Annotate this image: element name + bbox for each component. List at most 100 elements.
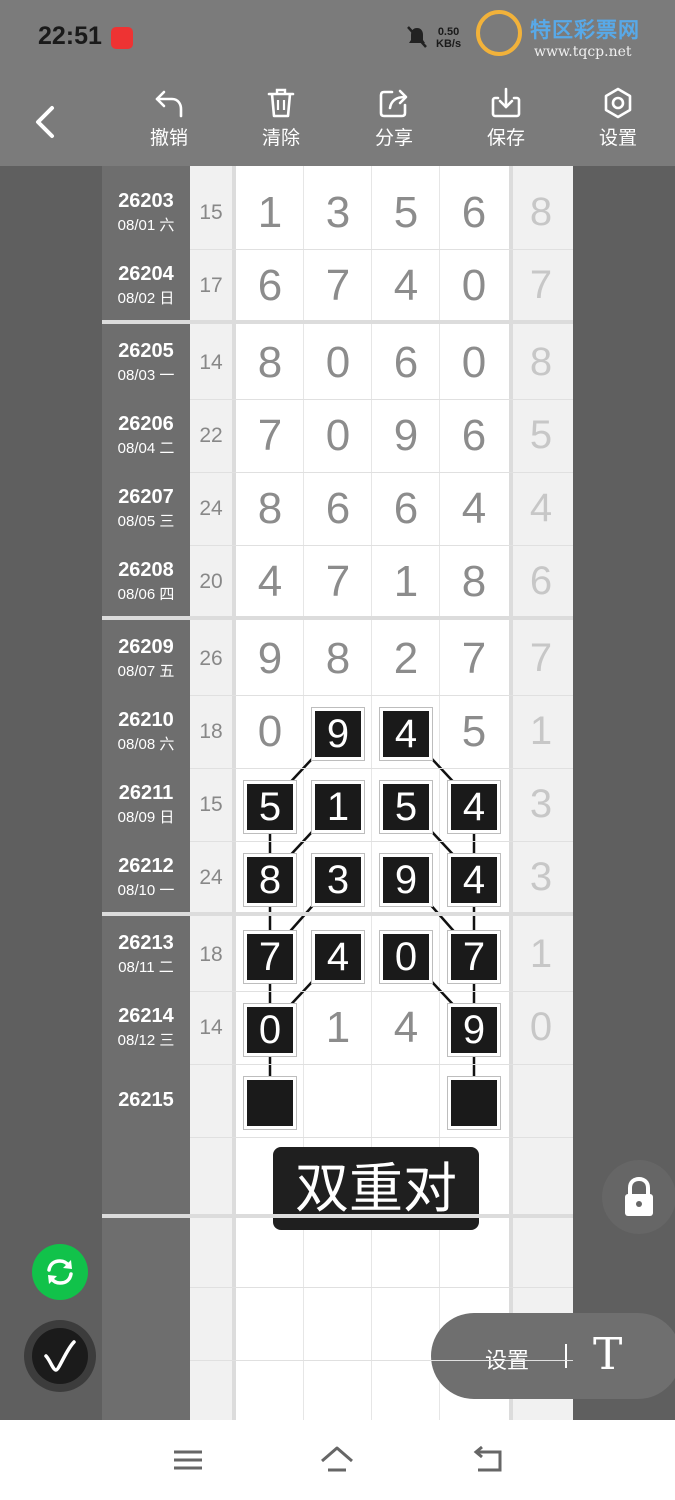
refresh-button[interactable] (32, 1244, 88, 1300)
system-navigation-bar (0, 1420, 675, 1500)
digit-cell[interactable]: 6 (440, 176, 508, 249)
extra-digit: 1 (529, 709, 553, 753)
undo-icon (155, 90, 183, 118)
digit-cell[interactable]: 5 (372, 176, 440, 249)
trash-icon (267, 88, 295, 118)
digit-cell[interactable]: 1 (304, 991, 372, 1064)
lock-button[interactable] (602, 1160, 675, 1234)
prediction-box[interactable] (236, 1064, 304, 1137)
text-tool-icon[interactable]: T (593, 1329, 622, 1380)
digit-cell[interactable]: 8 (236, 326, 304, 399)
digit-cell-highlighted[interactable]: 0 (236, 991, 304, 1064)
draw-row: 26211 08/09 日 15 5 1 5 4 3 (102, 768, 573, 841)
digit-cell[interactable]: 4 (372, 249, 440, 322)
digit-cell[interactable]: 0 (304, 326, 372, 399)
digit-cell-highlighted[interactable]: 5 (372, 768, 440, 841)
digit-cell[interactable]: 6 (236, 249, 304, 322)
digit-cell-highlighted[interactable]: 7 (236, 918, 304, 991)
digit-value: 7 (448, 931, 500, 984)
digit-cell[interactable]: 0 (304, 399, 372, 472)
extra-digit: 3 (529, 855, 553, 899)
save-button[interactable]: 保存 (466, 78, 546, 166)
digit-cell-highlighted[interactable]: 9 (372, 841, 440, 914)
digit-cell-highlighted[interactable]: 1 (304, 768, 372, 841)
issue-cell: 26211 08/09 日 (102, 768, 190, 841)
digit-cell[interactable] (372, 1064, 440, 1137)
prediction-box[interactable] (440, 1064, 508, 1137)
extra-digit: 6 (529, 559, 553, 603)
sum-value: 20 (199, 570, 223, 593)
watermark-title: 特区彩票网 (530, 19, 640, 42)
draw-rows: 26203 08/01 六 15 1 3 5 6 8 26204 08/02 日 17 6 7 4 0 7 26… (102, 166, 573, 1420)
digit-cell[interactable]: 4 (440, 472, 508, 545)
extra-digit: 7 (529, 263, 553, 307)
undo-button[interactable]: 撤销 (129, 78, 209, 166)
sum-value: 18 (199, 720, 223, 743)
sum-value: 24 (199, 497, 223, 520)
digit-cell[interactable]: 7 (440, 622, 508, 695)
draw-row: 26214 08/12 三 14 0 1 4 9 0 (102, 991, 573, 1064)
share-label: 分享 (374, 128, 413, 149)
digit-cell[interactable]: 1 (236, 176, 304, 249)
digit-value: 4 (448, 781, 500, 834)
digit-cell[interactable]: 4 (372, 991, 440, 1064)
issue-cell: 26215 (102, 1064, 190, 1137)
digit-cell[interactable]: 9 (236, 622, 304, 695)
digit-cell-highlighted[interactable]: 9 (440, 991, 508, 1064)
share-button[interactable]: 分享 (354, 78, 434, 166)
back-icon[interactable] (470, 1444, 506, 1476)
digit-value: 8 (244, 854, 296, 907)
digit-cell[interactable] (304, 1064, 372, 1137)
digit-cell[interactable]: 0 (440, 249, 508, 322)
digit-cell[interactable]: 5 (440, 695, 508, 768)
refresh-icon (47, 1259, 73, 1285)
extra-digit (509, 1064, 573, 1137)
digit-cell-highlighted[interactable]: 8 (236, 841, 304, 914)
digit-cell-highlighted[interactable]: 4 (440, 768, 508, 841)
extra-digit: 1 (529, 932, 553, 976)
draw-row: 26207 08/05 三 24 8 6 6 4 4 (102, 472, 573, 545)
digit-cell[interactable]: 6 (372, 326, 440, 399)
digit-cell[interactable]: 9 (372, 399, 440, 472)
home-icon[interactable] (319, 1444, 355, 1476)
draw-row: 26206 08/04 二 22 7 0 9 6 5 (102, 399, 573, 472)
digit-cell-highlighted[interactable]: 3 (304, 841, 372, 914)
digit-cell[interactable]: 8 (304, 622, 372, 695)
digit-cell[interactable]: 7 (236, 399, 304, 472)
digit-value: 9 (380, 854, 432, 907)
issue-date: 08/05 三 (117, 513, 175, 530)
digit-cell[interactable]: 6 (372, 472, 440, 545)
digit-cell[interactable]: 7 (304, 545, 372, 618)
issue-cell: 26209 08/07 五 (102, 622, 190, 695)
digit-cell-highlighted[interactable]: 9 (304, 695, 372, 768)
sum-value: 14 (199, 1016, 223, 1039)
digit-cell-highlighted[interactable]: 4 (440, 841, 508, 914)
digit-cell[interactable]: 3 (304, 176, 372, 249)
digit-cell-highlighted[interactable]: 5 (236, 768, 304, 841)
sum-value: 14 (199, 351, 223, 374)
settings-button[interactable]: 设置 (578, 78, 658, 166)
digit-cell[interactable]: 8 (440, 545, 508, 618)
digit-cell[interactable]: 2 (372, 622, 440, 695)
clear-button[interactable]: 清除 (241, 78, 321, 166)
digit-cell[interactable]: 0 (236, 695, 304, 768)
issue-number: 26209 (118, 636, 174, 658)
digit-cell[interactable]: 6 (440, 399, 508, 472)
digit-cell[interactable]: 8 (236, 472, 304, 545)
pen-tool-button[interactable] (24, 1320, 96, 1392)
digit-cell[interactable]: 1 (372, 545, 440, 618)
digit-cell-highlighted[interactable]: 4 (304, 918, 372, 991)
menu-icon[interactable] (170, 1444, 206, 1476)
digit-cell-highlighted[interactable]: 7 (440, 918, 508, 991)
lottery-trend-board[interactable]: 26203 08/01 六 15 1 3 5 6 8 26204 08/02 日 17 6 7 4 0 7 26… (102, 166, 573, 1420)
digit-cell[interactable]: 0 (440, 326, 508, 399)
digit-cell[interactable]: 4 (236, 545, 304, 618)
digit-value: 0 (380, 931, 432, 984)
digit-cell-highlighted[interactable]: 0 (372, 918, 440, 991)
digit-cell-highlighted[interactable]: 4 (372, 695, 440, 768)
back-chevron-icon[interactable] (30, 104, 60, 140)
issue-date: 08/08 六 (117, 736, 175, 753)
digit-cell[interactable]: 7 (304, 249, 372, 322)
draw-row: 26204 08/02 日 17 6 7 4 0 7 (102, 249, 573, 322)
digit-cell[interactable]: 6 (304, 472, 372, 545)
